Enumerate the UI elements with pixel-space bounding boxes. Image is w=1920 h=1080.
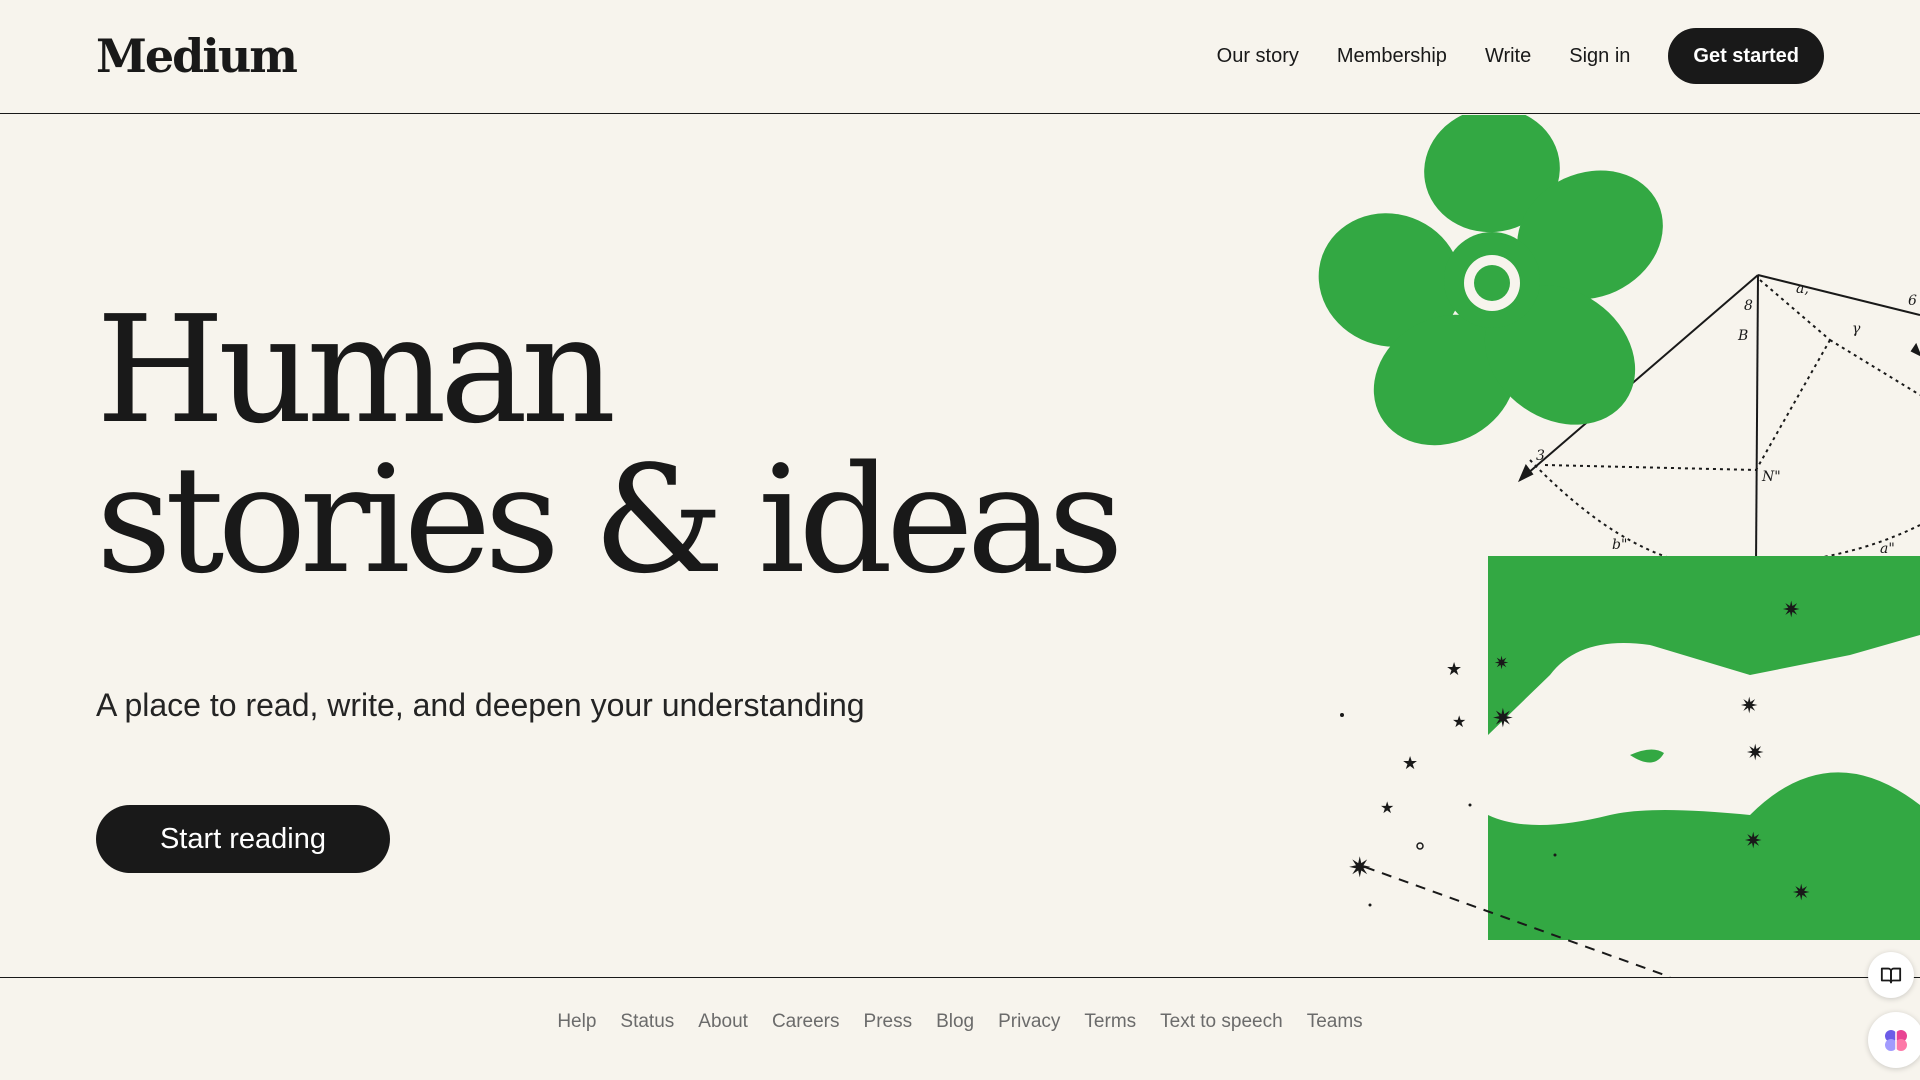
svg-text:✷: ✷ (1492, 704, 1514, 734)
assistant-button[interactable] (1868, 1012, 1920, 1068)
svg-text:★: ★ (1452, 712, 1466, 731)
nav-sign-in[interactable]: Sign in (1569, 45, 1630, 68)
footer-link-careers[interactable]: Careers (772, 1011, 840, 1033)
svg-text:✷: ✷ (1744, 829, 1762, 854)
open-book-icon (1880, 967, 1902, 984)
footer-link-press[interactable]: Press (864, 1011, 913, 1033)
hero-headline: Human stories & ideas (96, 284, 1124, 606)
footer-link-privacy[interactable]: Privacy (998, 1011, 1060, 1033)
hero-headline-line-2: stories & ideas (96, 434, 1124, 606)
start-reading-button[interactable]: Start reading (96, 805, 390, 873)
nav-write[interactable]: Write (1485, 45, 1531, 68)
footer-link-blog[interactable]: Blog (936, 1011, 974, 1033)
footer-link-status[interactable]: Status (620, 1011, 674, 1033)
svg-text:✷: ✷ (1746, 741, 1764, 766)
svg-text:✷: ✷ (1494, 653, 1509, 674)
site-header: Medium Our story Membership Write Sign i… (0, 0, 1920, 114)
hero-section: Human stories & ideas A place to read, w… (0, 115, 1920, 977)
flower-graphic (1318, 115, 1663, 446)
geometry-label-a: a" (1880, 541, 1895, 557)
svg-text:★: ★ (1380, 798, 1394, 817)
hand-pen-graphic: ✷ ✷ ✷ ✷ ✷ (1488, 556, 1920, 940)
geometry-label-n: N" (1761, 469, 1781, 485)
nav-our-story[interactable]: Our story (1217, 45, 1299, 68)
geometry-label-6: 6 (1908, 293, 1917, 309)
medium-logo[interactable]: Medium (96, 28, 298, 84)
footer-link-text-to-speech[interactable]: Text to speech (1160, 1011, 1283, 1033)
geometry-label-b-dbl: b" (1612, 537, 1627, 553)
svg-text:★: ★ (1402, 753, 1418, 774)
geometry-label-a-comma: a, (1796, 281, 1809, 297)
footer-link-about[interactable]: About (698, 1011, 748, 1033)
reader-mode-button[interactable] (1868, 952, 1914, 998)
brain-icon (1885, 1030, 1907, 1051)
hero-subtitle: A place to read, write, and deepen your … (96, 687, 865, 723)
footer-link-teams[interactable]: Teams (1307, 1011, 1363, 1033)
site-footer: Help Status About Careers Press Blog Pri… (0, 977, 1920, 1080)
geometry-label-gamma: γ (1852, 321, 1861, 337)
geometry-label-b: B (1737, 328, 1748, 344)
footer-link-help[interactable]: Help (557, 1011, 596, 1033)
footer-link-terms[interactable]: Terms (1084, 1011, 1136, 1033)
svg-text:✷: ✷ (1792, 881, 1810, 906)
geometry-label-8: 8 (1744, 298, 1753, 314)
get-started-button[interactable]: Get started (1668, 28, 1824, 84)
svg-text:✷: ✷ (1782, 598, 1800, 623)
svg-text:✷: ✷ (1740, 694, 1758, 719)
geometry-label-3: 3 (1536, 448, 1545, 464)
svg-text:★: ★ (1446, 659, 1462, 680)
hero-headline-line-1: Human (96, 284, 616, 456)
hero-illustration: B N" E a" b" 3 8 6 a, γ (1318, 115, 1920, 977)
nav-membership[interactable]: Membership (1337, 45, 1447, 68)
top-nav: Our story Membership Write Sign in Get s… (1217, 28, 1824, 84)
